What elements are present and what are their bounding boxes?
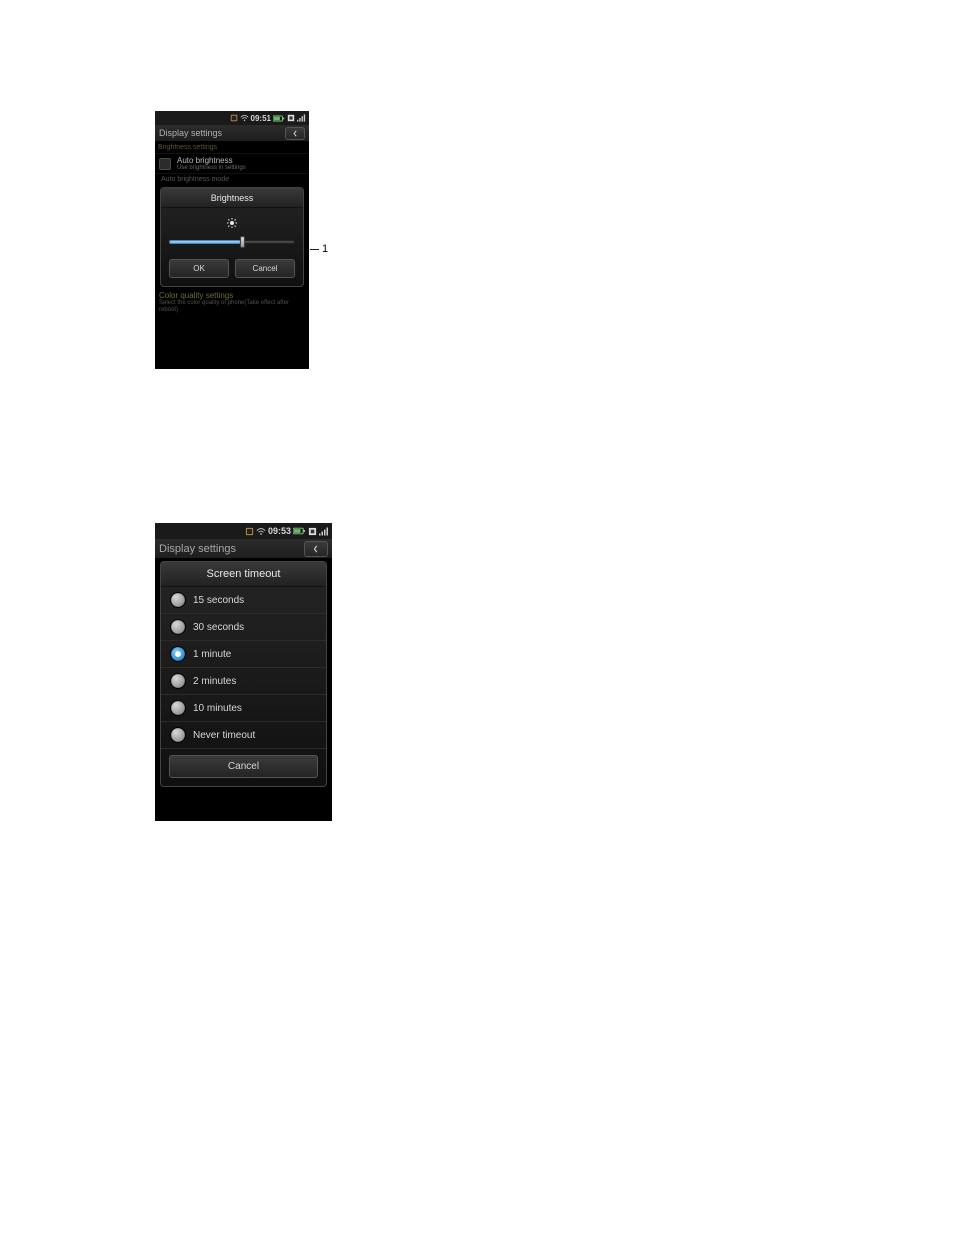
phone-screenshot-brightness: 09:51 Display settings Brightness settin… <box>155 111 309 369</box>
timeout-option-label: 15 seconds <box>193 595 244 606</box>
cancel-button[interactable]: Cancel <box>169 755 318 778</box>
timeout-option[interactable]: 10 minutes <box>161 694 326 721</box>
section-label-color-quality: Color quality settings <box>155 289 309 300</box>
brightness-dialog: Brightness <box>160 187 304 287</box>
chevron-left-icon <box>312 545 320 553</box>
status-time: 09:51 <box>251 114 271 123</box>
radio-button[interactable] <box>171 701 185 715</box>
signal-icon <box>297 114 306 122</box>
dialog-title: Brightness <box>161 188 303 208</box>
timeout-option-label: Never timeout <box>193 730 255 741</box>
back-button[interactable] <box>285 127 305 140</box>
radio-button[interactable] <box>171 674 185 688</box>
timeout-options-list: 15 seconds 30 seconds 1 minute 2 minutes 10 … <box>161 587 326 748</box>
radio-button[interactable] <box>171 647 185 661</box>
annotation-callout-1: 1 <box>310 243 328 255</box>
cancel-button[interactable]: Cancel <box>235 259 295 278</box>
radio-button[interactable] <box>171 620 185 634</box>
status-bar: 09:53 <box>155 523 332 539</box>
page-header: Display settings <box>155 125 309 142</box>
status-bar: 09:51 <box>155 111 309 125</box>
phone-screenshot-screen-timeout: 09:53 Display settings Screen timeout 15… <box>155 523 332 821</box>
wifi-icon <box>240 114 249 122</box>
slider-thumb[interactable] <box>240 236 245 248</box>
timeout-option[interactable]: 2 minutes <box>161 667 326 694</box>
ok-button[interactable]: OK <box>169 259 229 278</box>
brightness-slider[interactable] <box>169 237 295 247</box>
timeout-option[interactable]: Never timeout <box>161 721 326 748</box>
status-time: 09:53 <box>268 526 291 536</box>
setting-subtitle: Use brightness in settings <box>177 165 246 171</box>
radio-button[interactable] <box>171 728 185 742</box>
sync-icon <box>308 527 317 536</box>
section-label-brightness: Brightness settings <box>155 142 309 153</box>
sdcard-icon <box>230 114 238 122</box>
timeout-option[interactable]: 30 seconds <box>161 613 326 640</box>
battery-icon <box>293 527 306 535</box>
back-button[interactable] <box>304 541 328 557</box>
screen-timeout-dialog: Screen timeout 15 seconds 30 seconds 1 min… <box>160 561 327 787</box>
timeout-option-label: 1 minute <box>193 649 231 660</box>
setting-auto-brightness-mode: Auto brightness mode <box>155 174 309 185</box>
sync-icon <box>287 114 295 122</box>
setting-title: Auto brightness <box>177 156 246 165</box>
wifi-icon <box>256 527 266 536</box>
setting-auto-brightness[interactable]: Auto brightness Use brightness in settin… <box>155 153 309 174</box>
battery-icon <box>273 115 285 122</box>
dialog-title: Screen timeout <box>161 562 326 587</box>
annotation-leader-line <box>310 249 319 250</box>
timeout-option[interactable]: 1 minute <box>161 640 326 667</box>
radio-button[interactable] <box>171 593 185 607</box>
page-title calculator: Display settings <box>159 543 236 555</box>
timeout-option-label: 10 minutes <box>193 703 242 714</box>
timeout-option[interactable]: 15 seconds <box>161 587 326 613</box>
timeout-option-label: 2 minutes <box>193 676 236 687</box>
color-quality-description: Select the color quality of phone(Take e… <box>155 300 309 315</box>
timeout-option-label: 30 seconds <box>193 622 244 633</box>
chevron-left-icon <box>292 130 299 137</box>
sdcard-icon <box>245 527 254 536</box>
brightness-icon <box>169 214 295 237</box>
signal-icon <box>319 527 329 536</box>
page-header: Display settings <box>155 539 332 559</box>
page-title: Display settings <box>159 128 222 138</box>
checkbox-auto-brightness[interactable] <box>159 158 171 170</box>
annotation-number: 1 <box>322 243 328 255</box>
